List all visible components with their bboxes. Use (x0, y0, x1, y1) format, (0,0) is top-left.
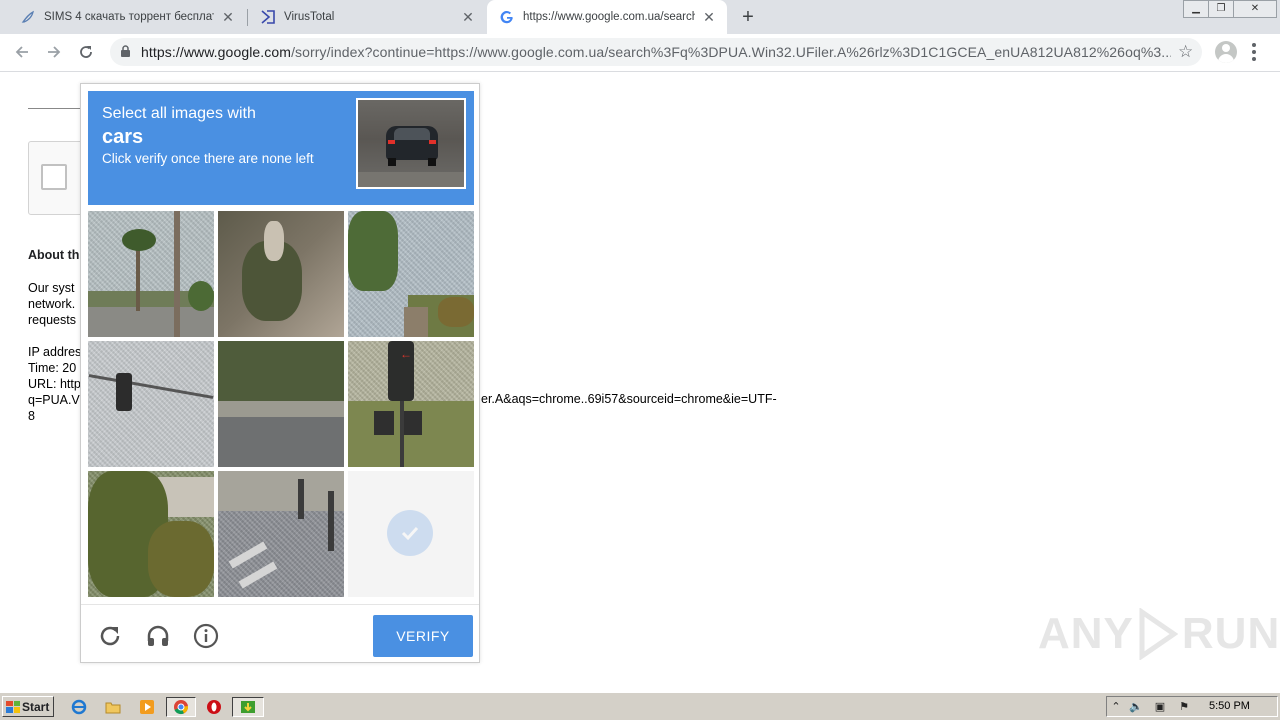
challenge-hint: Click verify once there are none left (102, 151, 314, 166)
reload-button[interactable] (74, 40, 98, 64)
tab-google-search[interactable]: https://www.google.com.ua/search ✕ (487, 0, 727, 34)
media-player-icon[interactable] (136, 697, 158, 717)
restore-button[interactable]: ❐ (1208, 0, 1234, 18)
tray-expand-icon[interactable]: ⌃ (1109, 700, 1123, 714)
headphones-icon[interactable] (145, 623, 171, 649)
image-tile[interactable] (88, 211, 214, 337)
url-path: /sorry/index?continue=https://www.google… (291, 44, 1171, 60)
windows-logo-icon (6, 700, 20, 713)
download-manager-icon[interactable] (232, 697, 264, 717)
image-tile[interactable]: ← (348, 341, 474, 467)
feather-icon (20, 9, 36, 25)
challenge-instruction: Select all images with (102, 105, 256, 122)
play-logo-icon (1139, 608, 1178, 660)
reload-challenge-icon[interactable] (97, 623, 123, 649)
volume-icon[interactable]: 🔈 (1129, 700, 1143, 714)
tab-title: VirusTotal (284, 11, 335, 23)
menu-dots-icon[interactable] (1252, 41, 1258, 63)
clock: 5:50 PM (1209, 700, 1250, 712)
verify-button[interactable]: VERIFY (373, 615, 473, 657)
tab-sims4[interactable]: SIMS 4 скачать торрент бесплатно ✕ (0, 0, 246, 34)
para-line: q=PUA.V (28, 393, 80, 407)
recaptcha-checkbox[interactable] (41, 164, 67, 190)
address-bar[interactable]: https://www.google.com/sorry/index?conti… (110, 38, 1202, 66)
para-line: 8 (28, 409, 35, 423)
about-heading: About th (28, 248, 80, 262)
google-icon (499, 9, 515, 25)
forward-arrow-icon (48, 46, 61, 58)
virustotal-icon (260, 9, 276, 25)
image-tile[interactable] (218, 341, 344, 467)
ie-icon[interactable] (68, 697, 90, 717)
close-icon[interactable]: ✕ (220, 9, 236, 25)
recaptcha-anchor (28, 141, 88, 215)
challenge-target: cars (102, 126, 144, 148)
network-icon[interactable]: ▣ (1153, 700, 1167, 714)
new-tab-button[interactable]: + (738, 6, 758, 28)
profile-avatar-icon[interactable] (1215, 41, 1237, 63)
sample-car-image (356, 98, 466, 189)
close-icon[interactable]: ✕ (460, 9, 476, 25)
url-host: https://www.google.com (141, 44, 292, 60)
recaptcha-challenge: Select all images with cars Click verify… (80, 83, 480, 663)
para-line: network. (28, 297, 76, 311)
challenge-footer: VERIFY (81, 604, 479, 663)
image-tile[interactable] (348, 211, 474, 337)
para-line: requests (28, 313, 76, 327)
watermark-right: RUN (1181, 609, 1280, 658)
tab-strip: SIMS 4 скачать торрент бесплатно ✕ Virus… (0, 0, 1280, 34)
tab-title: SIMS 4 скачать торрент бесплатно (44, 11, 214, 23)
challenge-header: Select all images with cars Click verify… (88, 91, 474, 205)
lock-icon[interactable] (120, 45, 131, 63)
start-button[interactable]: Start (2, 696, 54, 717)
divider (28, 108, 88, 109)
back-button[interactable] (10, 40, 34, 64)
image-grid: ← (88, 211, 474, 597)
bookmark-star-icon[interactable]: ☆ (1178, 42, 1193, 62)
folder-icon[interactable] (102, 697, 124, 717)
flag-icon[interactable]: ⚑ (1177, 700, 1191, 714)
tab-title: https://www.google.com.ua/search (523, 11, 695, 23)
reload-icon (80, 46, 92, 58)
start-label: Start (22, 699, 50, 714)
back-arrow-icon (15, 46, 28, 58)
tab-virustotal[interactable]: VirusTotal ✕ (240, 0, 486, 34)
checkmark-icon (387, 510, 433, 556)
chrome-taskbar-icon[interactable] (166, 697, 196, 717)
close-icon[interactable]: ✕ (701, 9, 717, 25)
taskbar: Start ⌃ 🔈 ▣ ⚑ 5:50 PM (0, 692, 1280, 720)
image-tile[interactable] (218, 471, 344, 597)
watermark-left: ANY (1038, 609, 1134, 658)
para-line: IP addres (28, 345, 80, 359)
image-tile[interactable] (88, 471, 214, 597)
image-tile-selected[interactable] (348, 471, 474, 597)
forward-button[interactable] (42, 40, 66, 64)
image-tile[interactable] (218, 211, 344, 337)
minimize-button[interactable]: ▁ (1183, 0, 1209, 18)
para-line: Time: 20 (28, 361, 77, 375)
browser-toolbar: https://www.google.com/sorry/index?conti… (0, 34, 1280, 72)
url-tail-text: er.A&aqs=chrome..69i57&sourceid=chrome&i… (481, 392, 777, 406)
close-window-button[interactable]: ✕ (1233, 0, 1277, 18)
para-line: URL: http (28, 377, 80, 391)
system-tray: ⌃ 🔈 ▣ ⚑ 5:50 PM (1106, 696, 1278, 717)
opera-icon[interactable] (203, 697, 225, 717)
para-line: Our syst (28, 281, 75, 295)
url-text[interactable]: https://www.google.com/sorry/index?conti… (141, 44, 1171, 60)
info-icon[interactable] (193, 623, 219, 649)
image-tile[interactable] (88, 341, 214, 467)
anyrun-watermark: ANY RUN (1038, 608, 1280, 660)
